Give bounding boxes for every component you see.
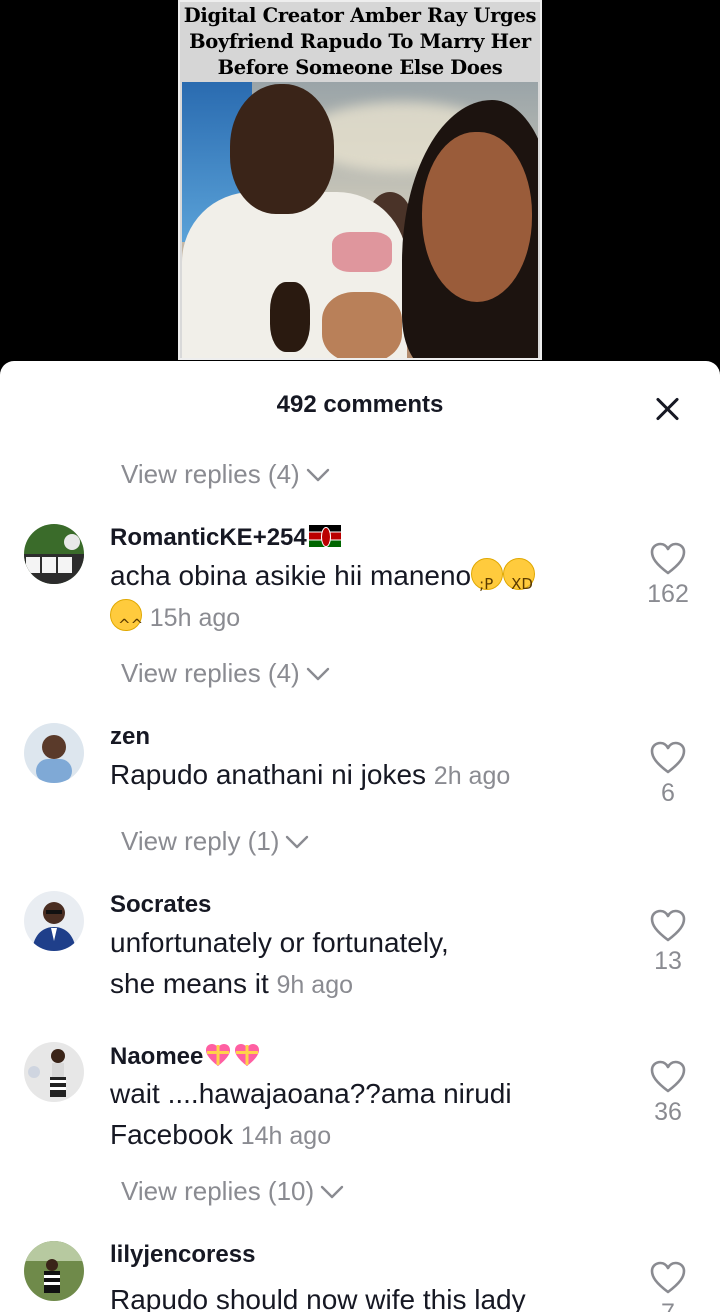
username-text: Naomee: [110, 1043, 204, 1070]
chevron-down-icon: [306, 667, 329, 680]
like-button[interactable]: 6: [645, 741, 691, 808]
username-text: RomanticKE+254: [110, 524, 307, 551]
like-count: 7: [645, 1299, 691, 1312]
comments-count-title: 492 comments: [276, 391, 444, 418]
comment-time: 14h ago: [240, 1122, 332, 1150]
like-button[interactable]: 7: [645, 1261, 691, 1312]
comment-time: 9h ago: [276, 971, 353, 999]
like-button[interactable]: 13: [645, 909, 691, 976]
winking-tongue-emoji-icon: ;P: [471, 558, 504, 593]
comment-body: she means it: [110, 968, 269, 999]
kenya-flag-icon: [308, 525, 341, 547]
comment-text-line-2: ^^ 15h ago: [110, 596, 240, 639]
comment-text-line-2: she means it 9h ago: [110, 963, 353, 1006]
chevron-down-icon: [320, 1185, 344, 1198]
heart-icon: [650, 1060, 686, 1093]
avatar[interactable]: [24, 524, 84, 584]
comments-sheet: 492 comments View replies (4) RomanticKE…: [0, 361, 720, 1312]
view-replies-label: View reply (1): [121, 826, 280, 856]
like-count: 36: [654, 1098, 682, 1126]
comment-text-line-2: Facebook 14h ago: [110, 1114, 331, 1157]
video-thumbnail: Digital Creator Amber Ray Urges Boyfrien…: [178, 0, 542, 360]
heart-icon: [650, 741, 686, 774]
comment-time: 15h ago: [149, 604, 241, 632]
comment-body: acha obina asikie hii maneno: [110, 560, 472, 591]
comment-time: 2h ago: [433, 762, 511, 790]
avatar[interactable]: [24, 723, 84, 783]
view-replies-button[interactable]: View replies (10): [121, 1176, 344, 1207]
close-icon[interactable]: [650, 391, 686, 427]
like-count: 162: [647, 580, 689, 608]
heart-icon: [650, 1261, 686, 1294]
hugging-emoji-icon: ^^: [110, 599, 143, 634]
view-replies-label: View replies (10): [121, 1176, 315, 1206]
comment-body: Facebook: [110, 1119, 233, 1150]
view-replies-label: View replies (4): [121, 459, 300, 489]
like-count: 13: [654, 947, 682, 975]
video-player[interactable]: Digital Creator Amber Ray Urges Boyfrien…: [0, 0, 720, 380]
headline-line-3: Before Someone Else Does: [217, 56, 503, 79]
comment-username[interactable]: Naomee: [110, 1042, 261, 1071]
view-reply-button[interactable]: View reply (1): [121, 826, 309, 857]
chevron-down-icon: [306, 468, 329, 481]
heart-ribbon-icon: [235, 1044, 260, 1066]
avatar[interactable]: [24, 1042, 84, 1102]
video-photo: [182, 82, 538, 358]
like-count: 6: [661, 779, 675, 807]
comment-username[interactable]: Socrates: [110, 891, 211, 919]
heart-icon: [650, 542, 686, 575]
laughing-tears-emoji-icon: XD: [503, 558, 536, 593]
view-replies-label: View replies (4): [121, 658, 300, 688]
avatar[interactable]: [24, 891, 84, 951]
view-replies-button[interactable]: View replies (4): [121, 658, 330, 689]
heart-ribbon-icon: [206, 1044, 231, 1066]
comment-text: unfortunately or fortunately,: [110, 927, 449, 958]
headline-line-2: Boyfriend Rapudo To Marry Her: [189, 30, 531, 53]
comment-text: Rapudo anathani ni jokes 2h ago: [110, 754, 510, 797]
avatar[interactable]: [24, 1241, 84, 1301]
comment-text: wait ....hawajaoana??ama nirudi: [110, 1078, 512, 1109]
comment-body: Rapudo anathani ni jokes: [110, 759, 427, 790]
view-replies-button[interactable]: View replies (4): [121, 459, 330, 490]
like-button[interactable]: 36: [645, 1060, 691, 1127]
headline-line-1: Digital Creator Amber Ray Urges: [183, 4, 537, 27]
heart-icon: [650, 909, 686, 942]
comment-username[interactable]: zen: [110, 723, 150, 751]
video-headline: Digital Creator Amber Ray Urges Boyfrien…: [180, 2, 540, 82]
comment-text: acha obina asikie hii maneno ;P XD: [110, 555, 536, 596]
chevron-down-icon: [286, 835, 309, 848]
like-button[interactable]: 162: [645, 542, 691, 609]
comment-username[interactable]: RomanticKE+254: [110, 524, 341, 552]
comment-text: Rapudo should now wife this lady: [110, 1284, 526, 1312]
comment-username[interactable]: lilyjencoress: [110, 1241, 255, 1269]
